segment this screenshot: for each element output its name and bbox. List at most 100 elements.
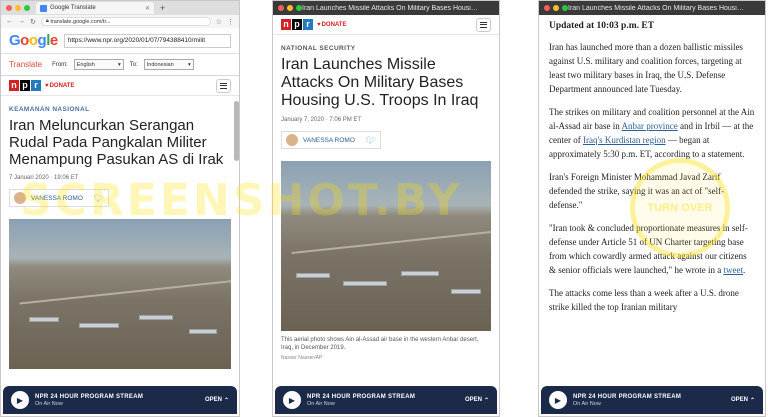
donate-link[interactable]: ♥ DONATE [317,22,346,28]
forward-icon[interactable]: → [18,18,25,25]
paragraph-5: The attacks come less than a week after … [549,288,739,312]
new-tab-icon[interactable]: + [160,3,165,13]
stream-title: NPR 24 HOUR PROGRAM STREAM [307,393,416,400]
close-window-button[interactable] [6,5,12,11]
npr-header: npr ♥ DONATE [1,76,239,96]
paragraph-3: Iran's Foreign Minister Mohammad Javad Z… [549,172,725,210]
reload-icon[interactable]: ↻ [30,18,36,26]
window-title: Iran Launches Missile Attacks On Militar… [302,4,494,12]
window-titlebar: Iran Launches Missile Attacks On Militar… [539,1,765,15]
tweet-link[interactable]: tweet [723,265,743,275]
menu-button[interactable] [216,78,231,93]
close-window-button[interactable] [544,5,550,11]
article-body: Updated at 10:03 p.m. ET Iran has launch… [539,21,765,314]
heart-icon: ♥ [45,82,49,89]
to-language-select[interactable]: Indonesian ▾ [143,59,194,70]
byline: VANESSA ROMO 🐦︎ [281,131,382,149]
from-language-select[interactable]: English ▾ [73,59,124,70]
chevron-down-icon: ▾ [187,61,191,68]
npr-logo[interactable]: npr [9,80,41,91]
article-kicker[interactable]: KEAMANAN NASIONAL [9,106,231,113]
article: NATIONAL SECURITY Iran Launches Missile … [273,45,499,361]
kurdistan-region-link[interactable]: Iraq's Kurdistan region [583,135,666,145]
window-titlebar: Iran Launches Missile Attacks On Militar… [273,1,499,15]
back-icon[interactable]: ← [6,18,13,25]
article-headline: Iran Launches Missile Attacks On Militar… [281,56,479,109]
play-button[interactable]: ▶ [283,391,301,409]
npr-article-window: Iran Launches Missile Attacks On Militar… [272,0,500,417]
article: KEAMANAN NASIONAL Iran Meluncurkan Seran… [1,106,239,369]
byline: VANESSA ROMO 🐦︎ [9,189,110,207]
twitter-bird-icon[interactable]: 🐦︎ [366,136,376,145]
zoom-window-button[interactable] [24,5,30,11]
audio-player-bar: ▶ NPR 24 HOUR PROGRAM STREAM On Air Now … [275,386,497,414]
chevron-up-icon: ⌃ [749,397,755,404]
open-player-button[interactable]: OPEN ⌃ [465,397,489,404]
author-avatar [286,134,298,146]
minimize-window-button[interactable] [15,5,21,11]
window-controls [6,5,30,11]
play-icon: ▶ [16,395,24,405]
play-button[interactable]: ▶ [549,391,567,409]
menu-button[interactable] [476,17,491,32]
author-link[interactable]: VANESSA ROMO [31,195,83,202]
stream-subtitle: On Air Now [307,400,335,407]
npr-header: npr ♥ DONATE [273,15,499,35]
audio-player-bar: ▶ NPR 24 HOUR PROGRAM STREAM On Air Now … [541,386,763,414]
open-player-button[interactable]: OPEN ⌃ [731,397,755,404]
chevron-up-icon: ⌃ [483,397,489,404]
stream-title: NPR 24 HOUR PROGRAM STREAM [573,393,682,400]
audio-player-bar: ▶ NPR 24 HOUR PROGRAM STREAM On Air Now … [3,386,237,414]
star-icon[interactable]: ☆ [216,18,222,26]
anbar-province-link[interactable]: Anbar province [621,121,677,131]
minimize-window-button[interactable] [553,5,559,11]
photo-caption: This aerial photo shows Ain al-Assad air… [281,337,479,351]
donate-link[interactable]: ♥ DONATE [45,83,74,89]
address-bar[interactable]: 🔒︎ translate.google.com/tr... [40,17,211,26]
author-avatar [14,192,26,204]
paragraph-4: "Iran took & concluded proportionate mea… [549,223,748,275]
browser-toolbar: ← → ↻ 🔒︎ translate.google.com/tr... ☆ ⋮ [1,15,239,28]
scrollbar[interactable] [234,101,239,161]
menu-dots-icon[interactable]: ⋮ [227,18,234,26]
close-tab-icon[interactable]: ✕ [145,5,150,12]
paragraph-1: Iran has launched more than a dozen ball… [549,42,743,94]
heart-icon: ♥ [317,21,321,28]
article-headline: Iran Meluncurkan Serangan Rudal Pada Pan… [9,117,224,168]
author-link[interactable]: VANESSA ROMO [303,137,355,144]
play-icon: ▶ [288,395,296,405]
play-icon: ▶ [554,395,562,405]
article-kicker[interactable]: NATIONAL SECURITY [281,45,491,52]
article-date: January 7, 2020 · 7:06 PM ET [281,117,362,123]
from-label: From: [52,61,68,68]
updated-timestamp: Updated at 10:03 p.m. ET [549,21,655,31]
window-titlebar: Google Translate ✕ + [1,1,239,15]
twitter-bird-icon[interactable]: 🐦︎ [94,194,104,203]
photo-credit: Nasser Nasser/AP [281,355,323,361]
tab-title: Google Translate [50,5,96,11]
window-controls [544,5,568,11]
to-label: To: [129,61,138,68]
window-controls [278,5,302,11]
chevron-up-icon: ⌃ [223,397,229,404]
google-translate-window: Google Translate ✕ + ← → ↻ 🔒︎ translate.… [0,0,240,417]
translate-url-input[interactable]: https://www.npr.org/2020/01/07/794388410… [63,33,231,48]
play-button[interactable]: ▶ [11,391,29,409]
minimize-window-button[interactable] [287,5,293,11]
article-photo [9,219,231,369]
article-photo [281,161,491,331]
address-text: translate.google.com/tr... [50,18,111,25]
article-date: 7 Januari 2020 · 19:06 ET [9,175,79,181]
close-window-button[interactable] [278,5,284,11]
npr-logo[interactable]: npr [281,19,313,30]
translate-controls: Translate From: English ▾ To: Indonesian ▾ [1,54,239,76]
google-translate-favicon-icon [40,4,47,12]
chevron-down-icon: ▾ [117,61,121,68]
stream-subtitle: On Air Now [573,400,601,407]
npr-article-body-window: Iran Launches Missile Attacks On Militar… [538,0,766,417]
google-logo: Google [9,32,58,49]
browser-tab[interactable]: Google Translate ✕ [36,2,154,14]
open-player-button[interactable]: OPEN ⌃ [205,397,229,404]
translate-url-bar: Google https://www.npr.org/2020/01/07/79… [1,28,239,54]
translate-label: Translate [9,60,43,69]
